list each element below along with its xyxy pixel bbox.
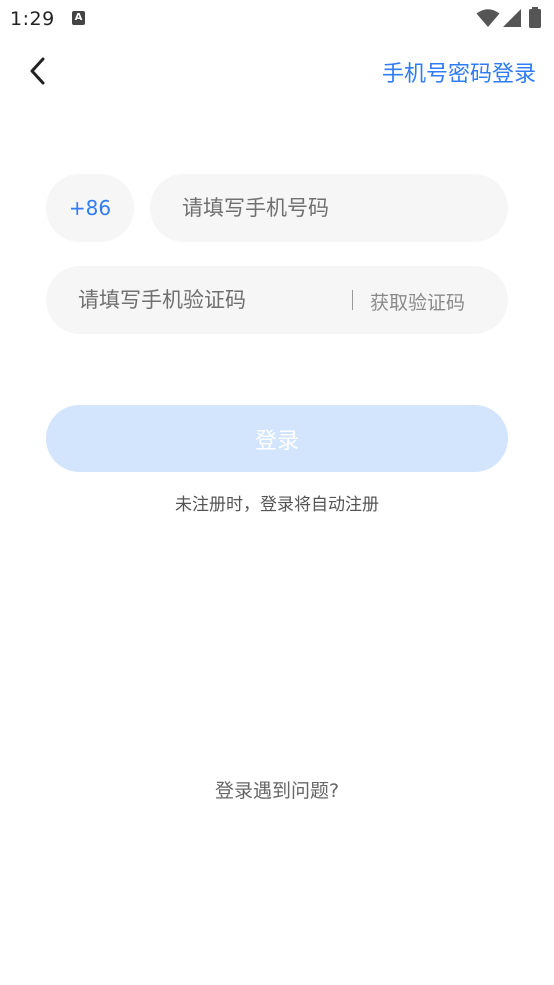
notification-icon: A [72, 11, 85, 25]
country-code-selector[interactable]: +86 [46, 174, 134, 242]
signal-icon [503, 9, 521, 27]
login-help-link[interactable]: 登录遇到问题? [0, 776, 554, 803]
login-button[interactable]: 登录 [46, 405, 508, 472]
back-button[interactable] [20, 52, 56, 90]
status-bar: 1:29 A [0, 0, 554, 40]
battery-icon [529, 7, 541, 28]
status-icons [476, 7, 542, 28]
register-hint: 未注册时，登录将自动注册 [175, 495, 379, 515]
wifi-icon [476, 9, 500, 27]
password-login-link[interactable]: 手机号密码登录 [382, 56, 536, 88]
code-divider [352, 290, 353, 310]
phone-field[interactable] [150, 174, 508, 242]
login-screen: 1:29 A 手机号密码登录 +86 获取验证码 登录 [0, 0, 554, 985]
verification-code-field[interactable]: 获取验证码 [46, 266, 508, 334]
get-code-button[interactable]: 获取验证码 [370, 288, 465, 315]
chevron-left-icon [30, 57, 45, 85]
verification-code-input[interactable] [78, 288, 338, 312]
phone-input[interactable] [182, 196, 482, 220]
status-time: 1:29 [10, 8, 55, 30]
